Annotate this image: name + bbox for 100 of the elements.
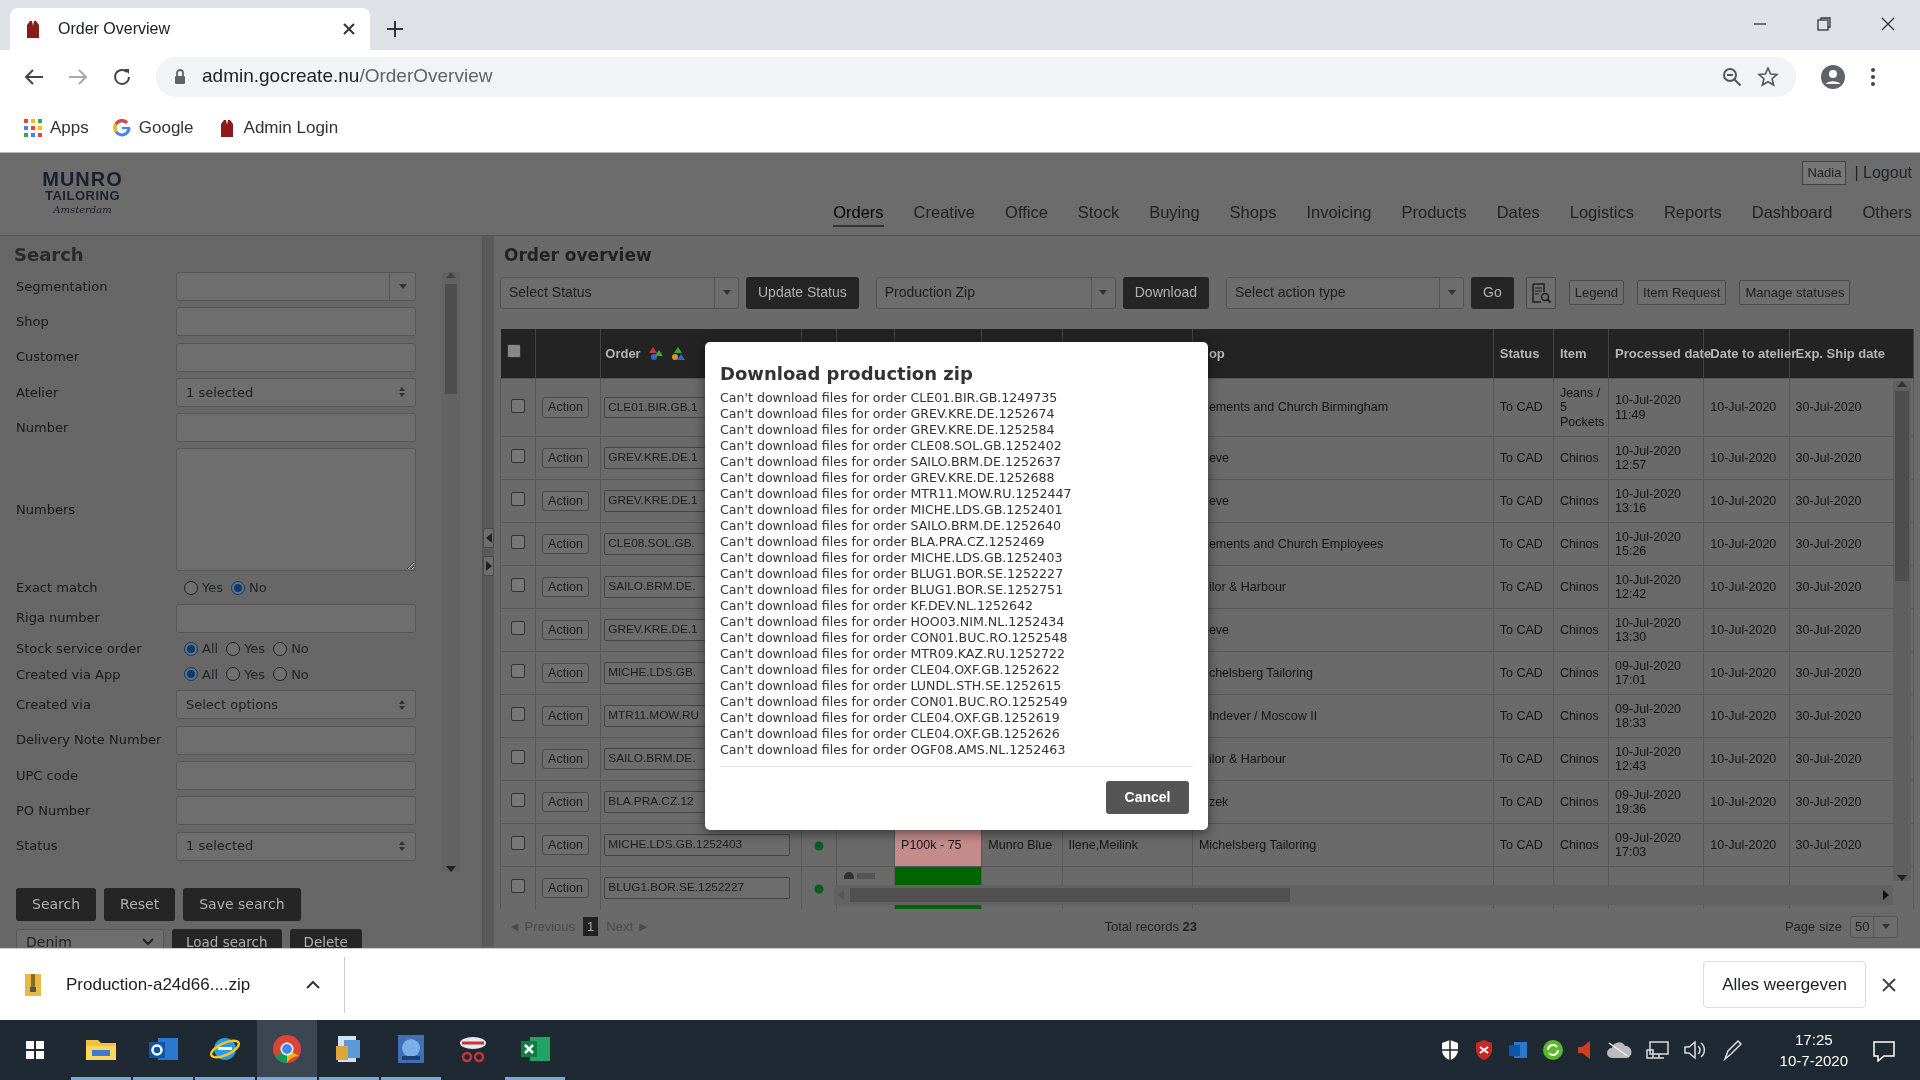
table-cell: 10-Jul-2020: [1710, 579, 1777, 594]
table-cell: Chinos: [1559, 794, 1599, 809]
bookmark-link[interactable]: Apps: [24, 114, 89, 141]
table-cell: eve: [1208, 622, 1230, 637]
action-button[interactable]: Load search: [172, 929, 282, 948]
dropdown-field[interactable]: Production Zip: [875, 276, 1116, 309]
action-button[interactable]: Action: [542, 748, 589, 770]
action-button[interactable]: Action: [542, 834, 589, 856]
field-label: Numbers: [16, 502, 76, 518]
nav-tab[interactable]: Dashboard: [1751, 200, 1833, 227]
nav-tab[interactable]: Shops: [1229, 200, 1277, 227]
logout-link[interactable]: | Logout: [1854, 161, 1912, 185]
order-number-field: BLUG1.BOR.SE.1252227: [604, 877, 791, 899]
table-cell: 30-Jul-2020: [1795, 400, 1862, 415]
radio-label: Yes: [202, 578, 223, 597]
action-button[interactable]: Action: [542, 397, 589, 418]
address-bar[interactable]: admin.gocreate.nu/OrderOverview: [156, 56, 1796, 97]
nav-tab[interactable]: Reports: [1663, 200, 1722, 227]
table-cell: 09-Jul-2020 18:33: [1615, 701, 1682, 730]
action-button[interactable]: Search: [16, 888, 97, 921]
table-cell: To CAD: [1499, 622, 1543, 637]
select-field[interactable]: 1 selected: [176, 831, 416, 861]
field-label: Created via App: [16, 666, 122, 683]
page-title: Order overview: [503, 244, 653, 267]
nav-tab[interactable]: Others: [1862, 200, 1912, 227]
column-header: Item: [1559, 345, 1587, 361]
table-cell: 10-Jul-2020: [1710, 751, 1777, 766]
toolbar-button[interactable]: Download: [1122, 276, 1209, 309]
action-button[interactable]: Action: [542, 619, 589, 641]
action-button[interactable]: Reset: [104, 888, 176, 921]
action-button[interactable]: Save search: [183, 888, 301, 921]
table-cell: To CAD: [1499, 579, 1543, 594]
table-cell: 10-Jul-2020 12:43: [1615, 744, 1682, 773]
table-cell: Chinos: [1559, 622, 1599, 637]
table-cell: chelsberg Tailoring: [1208, 665, 1313, 680]
table-cell: 10-Jul-2020: [1710, 450, 1777, 465]
nav-tab[interactable]: Dates: [1496, 200, 1540, 227]
saved-search-select[interactable]: Denim: [16, 929, 164, 948]
action-button[interactable]: Action: [542, 533, 589, 555]
toolbar-button[interactable]: Legend: [1568, 279, 1625, 306]
table-cell: 10-Jul-2020: [1710, 400, 1777, 415]
nav-tab[interactable]: Products: [1401, 200, 1467, 227]
nav-tab[interactable]: Logistics: [1569, 200, 1634, 227]
bookmark-link[interactable]: Admin Login: [217, 114, 339, 141]
table-cell: 09-Jul-2020 17:01: [1615, 658, 1682, 687]
table-cell: To CAD: [1499, 665, 1543, 680]
nav-tab[interactable]: Invoicing: [1306, 200, 1372, 227]
table-cell: Indever / Moscow II: [1208, 708, 1318, 723]
radio-label: No: [291, 639, 309, 658]
order-number-field: MICHE.LDS.GB.1252403: [604, 834, 791, 856]
table-cell: To CAD: [1499, 837, 1543, 852]
table-cell: 30-Jul-2020: [1795, 837, 1862, 852]
nav-tab[interactable]: Buying: [1149, 200, 1200, 227]
action-button[interactable]: Action: [542, 662, 589, 684]
nav-tab[interactable]: Office: [1005, 200, 1048, 227]
dropdown-field[interactable]: Select action type: [1226, 276, 1464, 309]
cancel-button[interactable]: Cancel: [1106, 781, 1189, 814]
action-button[interactable]: Delete: [289, 929, 362, 948]
browser-tab[interactable]: Order Overview: [10, 8, 370, 50]
toolbar-button[interactable]: Manage statuses: [1739, 279, 1851, 306]
column-header: Exp. Ship date: [1795, 345, 1886, 361]
action-button[interactable]: Action: [542, 576, 589, 598]
table-cell: To CAD: [1499, 536, 1543, 551]
toolbar-button[interactable]: Update Status: [746, 276, 859, 309]
field-label: PO Number: [16, 803, 92, 819]
select-field[interactable]: Select options: [176, 690, 416, 720]
radio-label: No: [249, 578, 267, 597]
table-cell: ements and Church Employees: [1208, 536, 1384, 551]
action-button[interactable]: Action: [542, 447, 589, 469]
table-cell: To CAD: [1499, 794, 1543, 809]
table-cell: ilor & Harbour: [1208, 751, 1286, 766]
table-cell: 10-Jul-2020: [1710, 665, 1777, 680]
table-cell: To CAD: [1499, 450, 1543, 465]
dropdown-field[interactable]: Select Status: [500, 276, 739, 309]
nav-tab[interactable]: Creative: [913, 200, 976, 227]
bookmark-link[interactable]: Google: [112, 114, 194, 141]
table-cell: 10-Jul-2020 13:16: [1615, 486, 1682, 515]
download-item[interactable]: Production-a24d66....zip: [0, 956, 345, 1013]
nav-tab[interactable]: Orders: [833, 200, 884, 227]
table-cell: Chinos: [1559, 450, 1599, 465]
action-button[interactable]: Action: [542, 791, 589, 813]
action-button[interactable]: Action: [542, 490, 589, 512]
table-cell: 10-Jul-2020: [1710, 536, 1777, 551]
toolbar-button[interactable]: Item Request: [1637, 279, 1727, 306]
select-field[interactable]: 1 selected: [176, 377, 416, 407]
action-button[interactable]: Action: [542, 877, 589, 899]
table-cell: 09-Jul-2020 17:03: [1615, 830, 1682, 859]
radio-label: All: [202, 665, 219, 684]
action-button[interactable]: Action: [542, 705, 589, 727]
nav-tab[interactable]: Stock: [1077, 200, 1120, 227]
page-size-select[interactable]: 50: [1850, 915, 1898, 938]
page-number[interactable]: 1: [583, 916, 599, 937]
show-all-button[interactable]: Alles weergeven: [1703, 960, 1866, 1009]
field-label: Riga number: [16, 610, 101, 626]
toolbar-button[interactable]: Go: [1471, 276, 1514, 309]
table-cell: Chinos: [1559, 536, 1599, 551]
table-cell: Chinos: [1559, 493, 1599, 508]
table-cell: ements and Church Birmingham: [1208, 400, 1389, 415]
table-cell: 10-Jul-2020: [1710, 794, 1777, 809]
radio-label: Yes: [244, 665, 266, 684]
